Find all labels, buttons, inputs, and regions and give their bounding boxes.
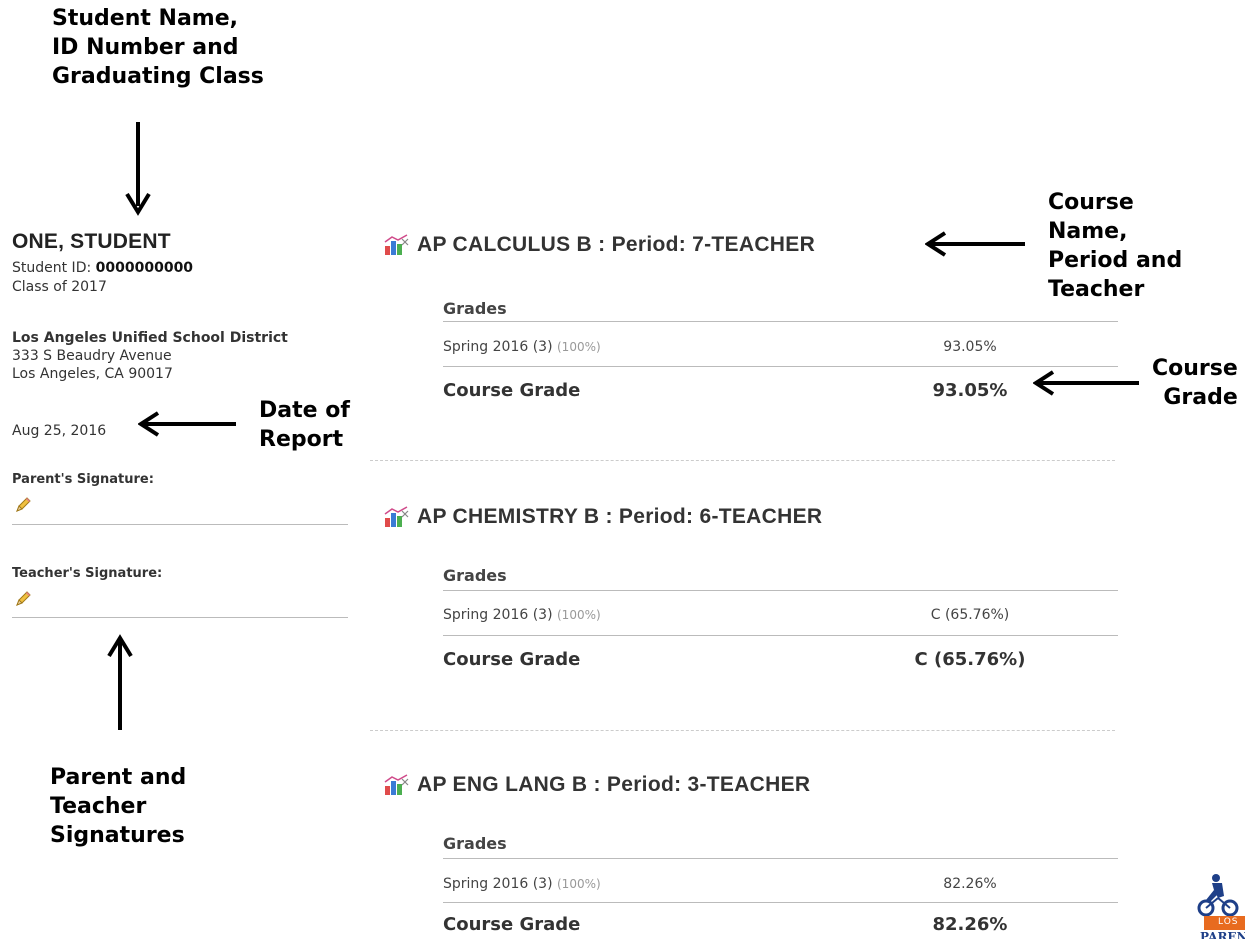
chart-icon[interactable]: [383, 774, 409, 796]
student-id-value: 0000000000: [95, 260, 194, 276]
divider: [443, 902, 1118, 903]
arrow-left-icon: [138, 411, 236, 437]
grades-header: Grades: [443, 299, 507, 318]
term-name: Spring 2016 (3): [443, 876, 553, 892]
callout-course-grade: Course Grade: [1152, 356, 1238, 410]
logo-text-top: LOS: [1218, 917, 1239, 927]
term-label: Spring 2016 (3) (100%): [443, 339, 601, 355]
school-address-line2: Los Angeles, CA 90017: [12, 366, 173, 382]
logo-text-bottom: PARENT: [1200, 930, 1245, 939]
chart-icon[interactable]: [383, 506, 409, 528]
arrow-up-icon: [107, 634, 133, 730]
chart-icon[interactable]: [383, 234, 409, 256]
student-id-label: Student ID:: [12, 260, 96, 276]
term-weight: (100%): [557, 608, 601, 622]
grades-header: Grades: [443, 566, 507, 585]
school-address-line1: 333 S Beaudry Avenue: [12, 348, 172, 364]
divider: [443, 366, 1118, 367]
course-grade-label: Course Grade: [443, 380, 581, 401]
grades-header: Grades: [443, 834, 507, 853]
divider: [443, 590, 1118, 591]
term-weight: (100%): [557, 340, 601, 354]
divider: [443, 858, 1118, 859]
pencil-icon[interactable]: [14, 496, 32, 514]
section-separator: [370, 460, 1115, 461]
teacher-signature-line[interactable]: [12, 617, 348, 618]
term-name: Spring 2016 (3): [443, 607, 553, 623]
term-label: Spring 2016 (3) (100%): [443, 876, 601, 892]
course-title[interactable]: AP CALCULUS B : Period: 7-TEACHER: [417, 233, 815, 257]
callout-signatures: Parent and Teacher Signatures: [50, 765, 187, 848]
cyclist-logo-icon: [1197, 874, 1245, 930]
course-grade-value: 82.26%: [932, 914, 1008, 935]
arrow-left-icon: [925, 231, 1025, 257]
teacher-signature-label: Teacher's Signature:: [12, 566, 163, 581]
course-grade-value: C (65.76%): [914, 649, 1026, 670]
report-date: Aug 25, 2016: [12, 423, 107, 439]
term-grade: 82.26%: [943, 876, 997, 892]
callout-student-info: Student Name, ID Number and Graduating C…: [52, 6, 264, 89]
course-grade-label: Course Grade: [443, 649, 581, 670]
term-weight: (100%): [557, 877, 601, 891]
student-name: ONE, STUDENT: [12, 230, 171, 253]
parent-signature-label: Parent's Signature:: [12, 472, 154, 487]
parent-signature-line[interactable]: [12, 524, 348, 525]
divider: [443, 635, 1118, 636]
divider: [443, 321, 1118, 322]
course-title[interactable]: AP CHEMISTRY B : Period: 6-TEACHER: [417, 505, 822, 529]
parent-logo: LOS PARENT: [1196, 872, 1245, 939]
school-name: Los Angeles Unified School District: [12, 330, 288, 346]
arrow-down-icon: [125, 122, 151, 216]
course-grade-value: 93.05%: [932, 380, 1008, 401]
callout-report-date: Date of Report: [259, 398, 350, 452]
pencil-icon[interactable]: [14, 590, 32, 608]
term-grade: C (65.76%): [930, 607, 1010, 623]
term-label: Spring 2016 (3) (100%): [443, 607, 601, 623]
course-grade-label: Course Grade: [443, 914, 581, 935]
callout-course-name: Course Name, Period and Teacher: [1048, 190, 1183, 302]
term-grade: 93.05%: [943, 339, 997, 355]
term-name: Spring 2016 (3): [443, 339, 553, 355]
section-separator: [370, 730, 1115, 731]
course-title[interactable]: AP ENG LANG B : Period: 3-TEACHER: [417, 773, 810, 797]
student-id: Student ID: 0000000000: [12, 260, 193, 277]
graduating-class: Class of 2017: [12, 279, 107, 295]
